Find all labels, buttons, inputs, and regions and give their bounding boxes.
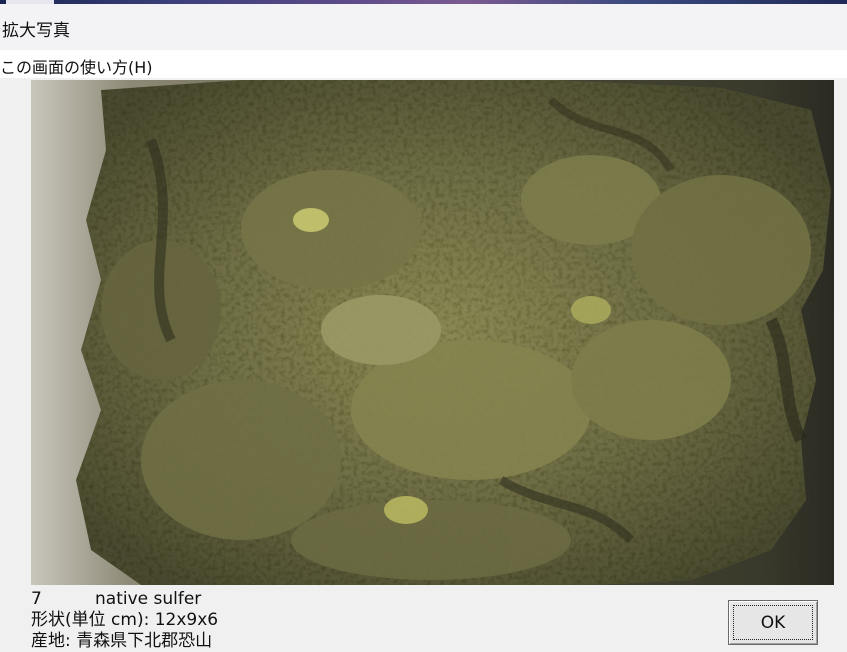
ok-button[interactable]: OK — [728, 600, 818, 645]
window-title: 拡大写真 — [2, 21, 70, 41]
menu-bar: この画面の使い方(H) — [0, 50, 847, 78]
menu-item-help[interactable]: この画面の使い方(H) — [0, 54, 153, 78]
ok-button-label: OK — [760, 612, 786, 633]
title-bar[interactable]: 拡大写真 — [0, 4, 847, 50]
specimen-shape: 形状(単位 cm): 12x9x6 — [31, 610, 219, 630]
specimen-name: native sulfer — [95, 589, 202, 609]
specimen-number-name: 7 native sulfer — [31, 589, 201, 609]
specimen-locality: 産地: 青森県下北郡恐山 — [31, 631, 213, 651]
specimen-photo-image — [31, 80, 834, 585]
specimen-photo — [31, 80, 834, 585]
enlarged-photo-window: 拡大写真 この画面の使い方(H) 7 native sulfer 形状(単位 c… — [0, 0, 847, 652]
specimen-number: 7 — [31, 589, 42, 609]
